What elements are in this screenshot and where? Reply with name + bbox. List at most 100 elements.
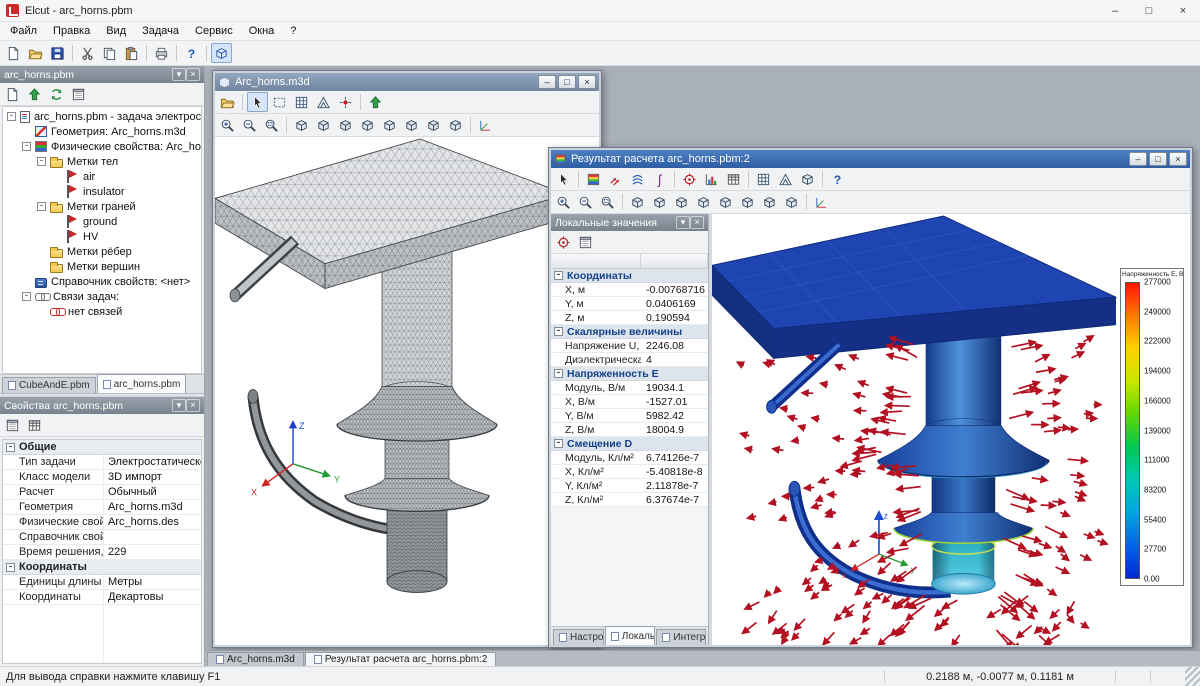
- view-3-button[interactable]: [335, 115, 356, 135]
- alphabetic-view-button[interactable]: [24, 415, 45, 435]
- tree-item[interactable]: Метки вершин: [3, 259, 201, 274]
- minimize-button[interactable]: –: [538, 75, 556, 89]
- result-viewport[interactable]: z x y Напряженность E, В/м 2770002490002…: [712, 214, 1190, 645]
- property-row[interactable]: Диэлектрическая:4: [551, 353, 708, 367]
- menu-item-2[interactable]: Вид: [98, 23, 134, 39]
- tab-2[interactable]: Интегр...: [656, 629, 706, 645]
- resize-grip[interactable]: [1185, 667, 1200, 686]
- view-xy-button[interactable]: [649, 192, 670, 212]
- build-mesh-button[interactable]: [313, 92, 334, 112]
- maximize-button[interactable]: □: [1149, 152, 1167, 166]
- zoom-out-button[interactable]: [575, 192, 596, 212]
- tree-item[interactable]: Метки рёбер: [3, 244, 201, 259]
- menu-item-5[interactable]: Окна: [241, 23, 283, 39]
- view-iso-button[interactable]: [627, 192, 648, 212]
- view-5-button[interactable]: [379, 115, 400, 135]
- mesh-window-titlebar[interactable]: Arc_horns.m3d –□×: [215, 73, 599, 91]
- view-7-button[interactable]: [423, 115, 444, 135]
- tree-item[interactable]: Справочник свойств: <нет>: [3, 274, 201, 289]
- value-options-button[interactable]: [575, 232, 596, 252]
- parent-level-button[interactable]: [24, 84, 45, 104]
- close-button[interactable]: ×: [1169, 152, 1187, 166]
- property-row[interactable]: Физические свойс...Arc_horns.des: [3, 515, 201, 530]
- view-x-button[interactable]: [715, 192, 736, 212]
- property-row[interactable]: X, Кл/м²-5.40818e-8: [551, 465, 708, 479]
- view-1-button[interactable]: [291, 115, 312, 135]
- property-row[interactable]: Модуль, В/м19034.1: [551, 381, 708, 395]
- tree-expander[interactable]: -: [37, 202, 46, 211]
- xy-plot-button[interactable]: [701, 169, 722, 189]
- menu-item-0[interactable]: Файл: [2, 23, 45, 39]
- show-mesh-button[interactable]: [775, 169, 796, 189]
- tree-item[interactable]: -Метки тел: [3, 154, 201, 169]
- tree-item[interactable]: нет связей: [3, 304, 201, 319]
- view-6-button[interactable]: [401, 115, 422, 135]
- tree-item[interactable]: -arc_horns.pbm - задача электростатики: [3, 109, 201, 124]
- menu-item-6[interactable]: ?: [282, 23, 304, 39]
- property-row[interactable]: Y, В/м5982.42: [551, 409, 708, 423]
- open-model-button[interactable]: [217, 92, 238, 112]
- group-expander[interactable]: -: [6, 443, 15, 452]
- group-expander[interactable]: -: [554, 271, 563, 280]
- tree-expander[interactable]: -: [22, 292, 31, 301]
- group-expander[interactable]: -: [554, 327, 563, 336]
- maximize-button[interactable]: □: [558, 75, 576, 89]
- zoom-window-button[interactable]: [261, 115, 282, 135]
- help-button[interactable]: [827, 169, 848, 189]
- select-window-button[interactable]: [269, 92, 290, 112]
- maximize-button[interactable]: □: [1132, 0, 1166, 21]
- property-row[interactable]: Класс модели3D импорт: [3, 470, 201, 485]
- property-row[interactable]: Модуль, Кл/м²6.74126e-7: [551, 451, 708, 465]
- field-vectors-button[interactable]: [605, 169, 626, 189]
- view-y-button[interactable]: [737, 192, 758, 212]
- select-mode-button[interactable]: [247, 92, 268, 112]
- group-row[interactable]: -Координаты: [3, 560, 201, 575]
- close-button[interactable]: ×: [578, 75, 596, 89]
- copy-button[interactable]: [99, 43, 120, 63]
- tree-item[interactable]: -Связи задач:: [3, 289, 201, 304]
- tree-expander[interactable]: -: [37, 157, 46, 166]
- tree-item[interactable]: Геометрия: Arc_horns.m3d: [3, 124, 201, 139]
- help-button[interactable]: [181, 43, 202, 63]
- tab-0[interactable]: CubeAndE.pbm: [2, 377, 96, 393]
- tree-item[interactable]: -Метки граней: [3, 199, 201, 214]
- result-3d-view[interactable]: z x y: [712, 214, 1190, 645]
- view-z-button[interactable]: [759, 192, 780, 212]
- property-row[interactable]: Тип задачиЭлектростатическое п...: [3, 455, 201, 470]
- property-row[interactable]: Y, Кл/м²2.11878e-7: [551, 479, 708, 493]
- property-row[interactable]: Z, В/м18004.9: [551, 423, 708, 437]
- property-row[interactable]: РасчетОбычный: [3, 485, 201, 500]
- tab-1[interactable]: arc_horns.pbm: [97, 374, 187, 393]
- categorized-view-button[interactable]: [2, 415, 23, 435]
- zoom-in-button[interactable]: [217, 115, 238, 135]
- tab-1[interactable]: Локаль...: [605, 626, 656, 645]
- property-row[interactable]: Единицы длиныМетры: [3, 575, 201, 590]
- view-xz-button[interactable]: [671, 192, 692, 212]
- isolines-button[interactable]: [627, 169, 648, 189]
- tree-item[interactable]: HV: [3, 229, 201, 244]
- group-row[interactable]: -Общие: [3, 440, 201, 455]
- property-row[interactable]: Y, м0.0406169: [551, 297, 708, 311]
- property-row[interactable]: X, В/м-1527.01: [551, 395, 708, 409]
- property-row[interactable]: Z, Кл/м²6.37674e-7: [551, 493, 708, 507]
- vertices-button[interactable]: [335, 92, 356, 112]
- color-map-button[interactable]: [583, 169, 604, 189]
- property-row[interactable]: X, м-0.00768716: [551, 283, 708, 297]
- tree-expander[interactable]: -: [22, 142, 31, 151]
- group-expander[interactable]: -: [554, 369, 563, 378]
- group-row[interactable]: -Координаты: [551, 269, 708, 283]
- open-button[interactable]: [25, 43, 46, 63]
- close-button[interactable]: ×: [1166, 0, 1200, 21]
- menu-item-3[interactable]: Задача: [134, 23, 187, 39]
- menu-item-4[interactable]: Сервис: [187, 23, 241, 39]
- zoom-in-button[interactable]: [553, 192, 574, 212]
- tree-item[interactable]: air: [3, 169, 201, 184]
- group-expander[interactable]: -: [554, 439, 563, 448]
- panel-menu-button[interactable]: ▾: [172, 399, 186, 412]
- zoom-out-button[interactable]: [239, 115, 260, 135]
- group-row[interactable]: -Скалярные величины: [551, 325, 708, 339]
- panel-close-button[interactable]: ×: [186, 68, 200, 81]
- property-row[interactable]: КоординатыДекартовы: [3, 590, 201, 605]
- property-row[interactable]: ГеометрияArc_horns.m3d: [3, 500, 201, 515]
- show-axes-button[interactable]: [811, 192, 832, 212]
